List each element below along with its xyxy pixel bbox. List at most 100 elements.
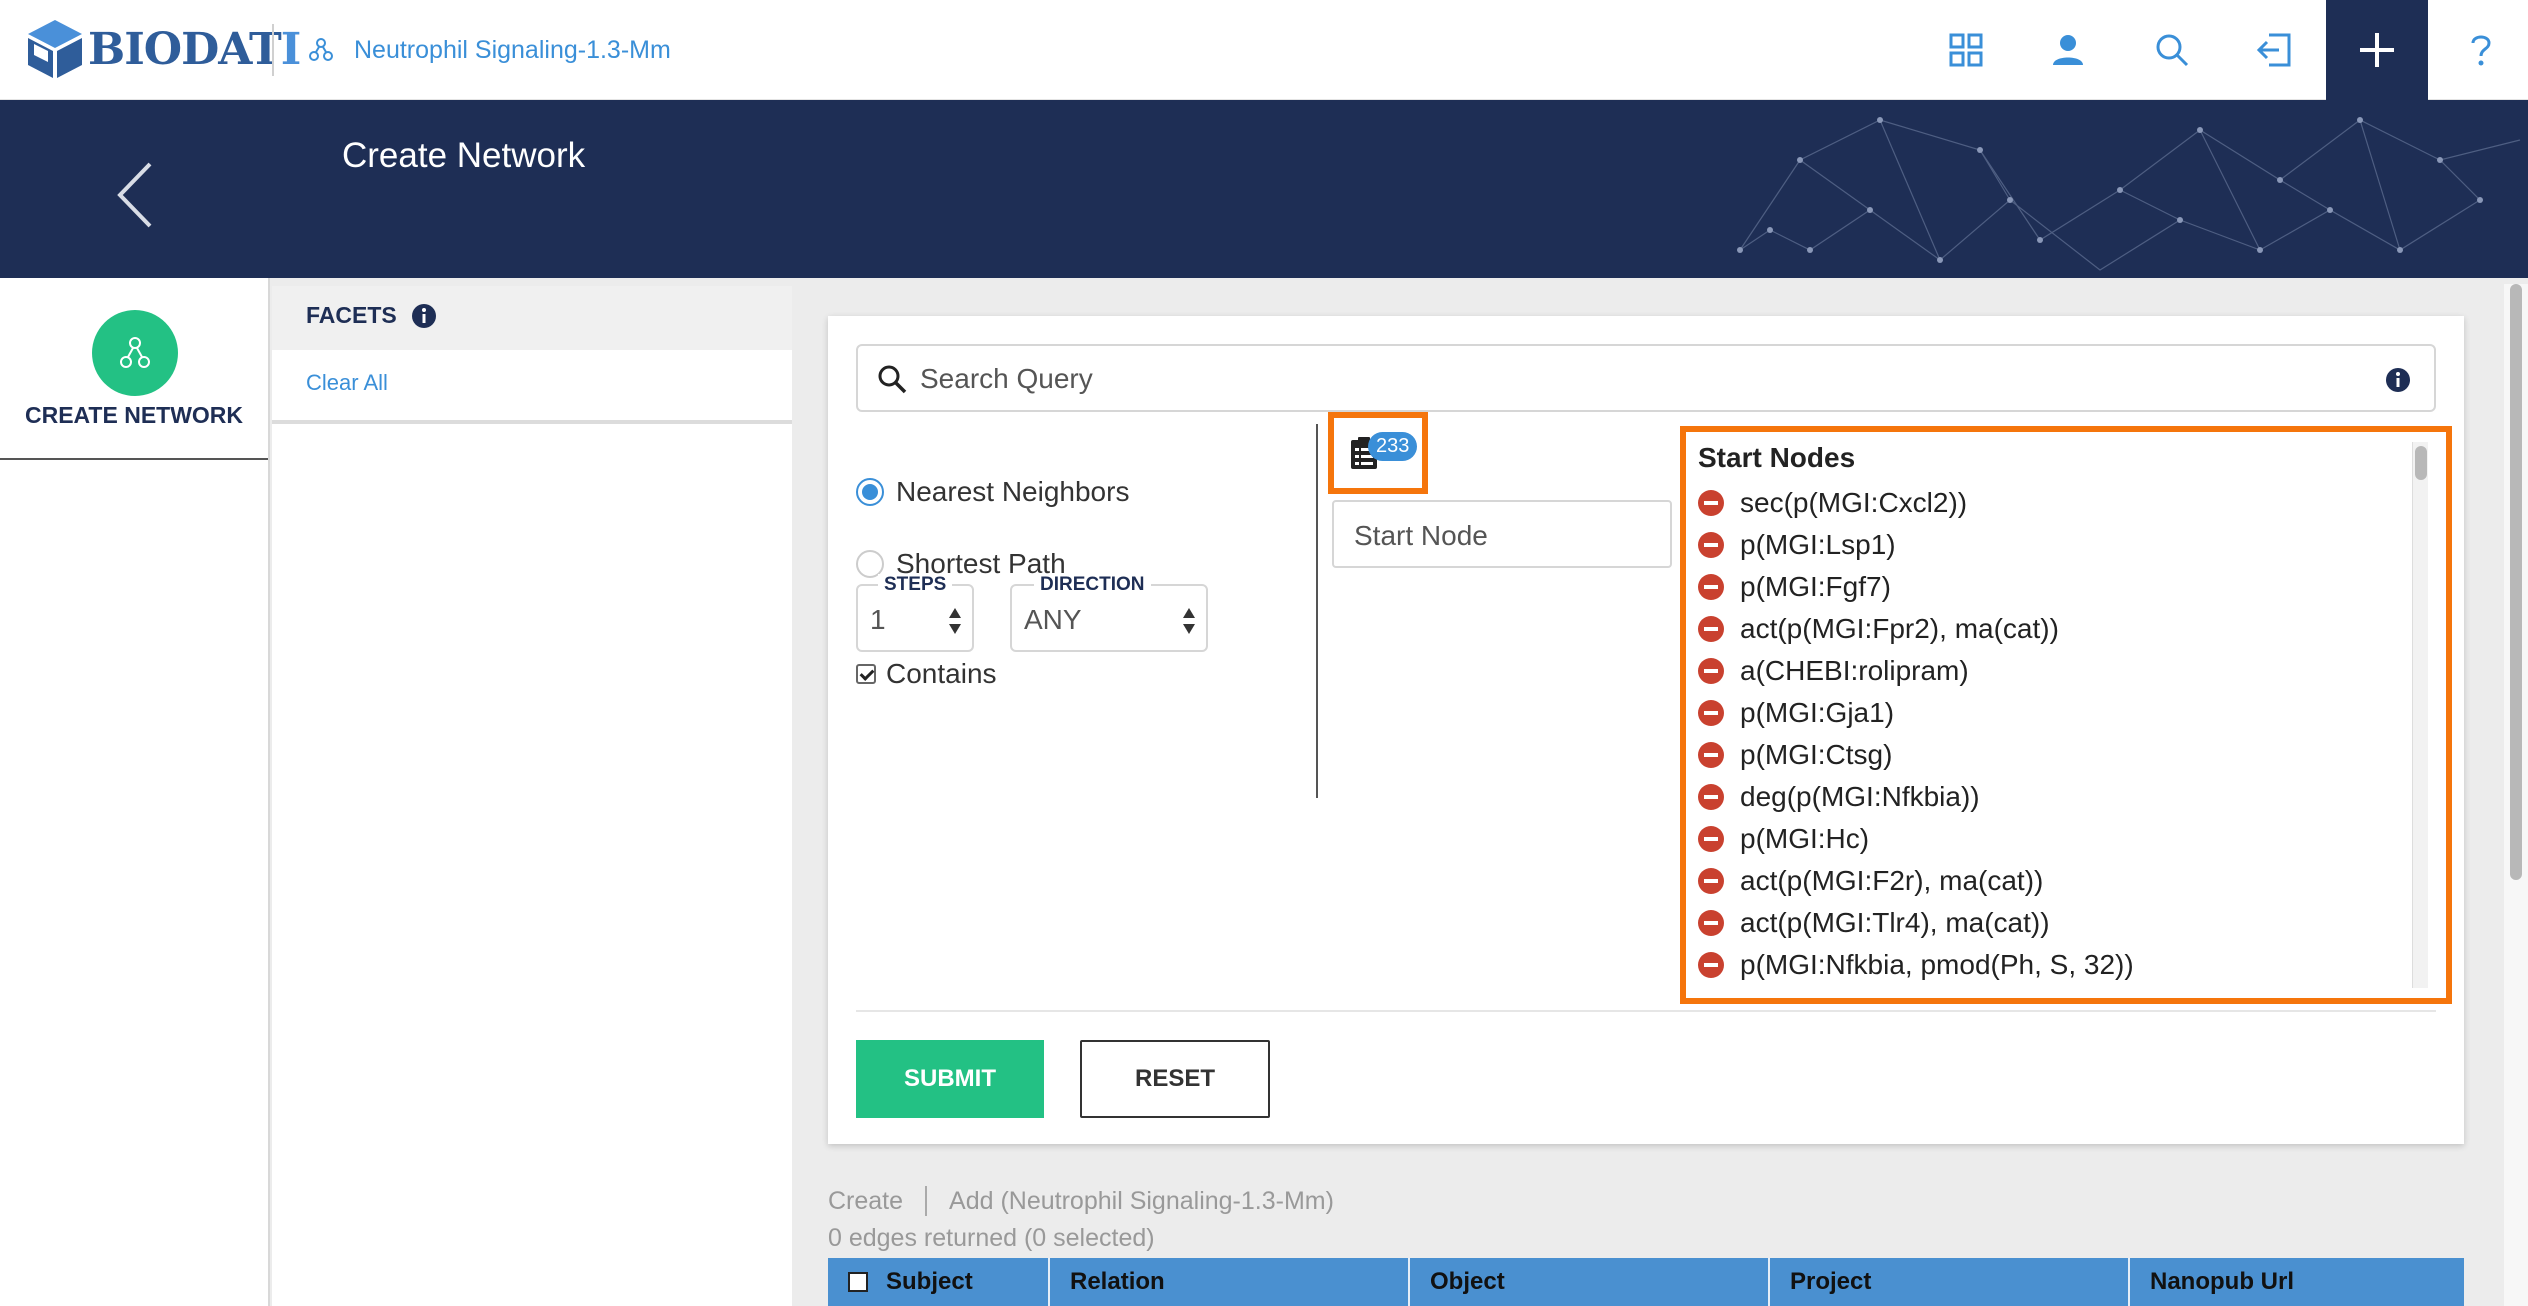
remove-icon[interactable] [1698,616,1724,642]
list-item: p(MGI:Gja1) [1698,692,2398,734]
info-icon[interactable] [411,303,437,329]
column-label: Relation [1070,1268,1165,1295]
remove-icon[interactable] [1698,910,1724,936]
start-nodes-clipboard-button[interactable]: 233 [1328,412,1428,494]
biodati-logo[interactable]: BIODATI [24,14,301,84]
project-name: Neutrophil Signaling-1.3-Mm [354,35,671,64]
steps-value: 1 [870,604,886,635]
direction-select[interactable]: DIRECTION ANY [1010,574,1208,652]
plus-icon [2360,33,2394,67]
submit-button[interactable]: SUBMIT [856,1040,1044,1118]
scrollbar-thumb[interactable] [2510,284,2522,880]
radio-nearest-neighbors[interactable]: Nearest Neighbors [856,476,1129,508]
clear-all-link[interactable]: Clear All [306,370,388,396]
remove-icon[interactable] [1698,868,1724,894]
start-nodes-panel: Start Nodes sec(p(MGI:Cxcl2)) p(MGI:Lsp1… [1680,426,2452,1004]
search-icon[interactable] [2146,24,2198,76]
list-item: deg(p(MGI:Nfkbia)) [1698,776,2398,818]
scrollbar-thumb[interactable] [2415,446,2427,480]
direction-label: DIRECTION [1034,574,1151,596]
nav-label: CREATE NETWORK [24,402,244,428]
contains-label: Contains [886,658,997,689]
dashboard-grid-icon[interactable] [1940,24,1992,76]
page-header: Create Network [0,100,2528,278]
user-icon[interactable] [2042,24,2094,76]
node-label: a(CHEBI:rolipram) [1740,655,1969,686]
sign-out-icon[interactable] [2248,24,2300,76]
help-icon[interactable] [2454,24,2506,76]
left-nav: CREATE NETWORK [0,278,270,1306]
column-header-object[interactable]: Object [1410,1258,1770,1306]
node-label: sec(p(MGI:Cxcl2)) [1740,487,1968,518]
top-bar: BIODATI Neutrophil Signaling-1.3-Mm [0,0,2528,100]
remove-icon[interactable] [1698,490,1724,516]
query-card: Search Query Nearest Neighbors Shortest … [828,316,2464,1144]
contains-checkbox[interactable]: Contains [856,658,997,690]
radio-selected [856,478,884,506]
spinner-arrows-icon [949,608,961,634]
facets-title: FACETS [306,302,437,329]
tab-create[interactable]: Create [828,1187,903,1216]
column-label: Subject [886,1268,973,1295]
checkbox-checked [856,664,876,684]
column-label: Nanopub Url [2150,1268,2294,1295]
column-header-project[interactable]: Project [1770,1258,2130,1306]
remove-icon[interactable] [1698,658,1724,684]
remove-icon[interactable] [1698,952,1724,978]
list-item: act(p(MGI:F2r), ma(cat)) [1698,860,2398,902]
edges-count-status: 0 edges returned (0 selected) [828,1224,1155,1252]
list-item: act(p(MGI:Fpr2), ma(cat)) [1698,608,2398,650]
info-icon[interactable] [2384,366,2412,394]
remove-icon[interactable] [1698,574,1724,600]
node-label: act(p(MGI:F2r), ma(cat)) [1740,865,2044,896]
back-arrow-icon[interactable] [110,160,160,230]
create-plus-button[interactable] [2326,0,2428,100]
network-pattern-decoration [1737,117,2521,271]
start-nodes-title: Start Nodes [1698,442,1856,473]
column-header-relation[interactable]: Relation [1050,1258,1410,1306]
project-breadcrumb[interactable]: Neutrophil Signaling-1.3-Mm [308,28,671,72]
node-count-badge: 233 [1368,432,1418,461]
remove-icon[interactable] [1698,532,1724,558]
column-label: Project [1790,1268,1872,1295]
biodati-cube-icon [28,20,82,78]
remove-icon[interactable] [1698,742,1724,768]
column-header-subject[interactable]: Subject [828,1258,1050,1306]
tab-add[interactable]: Add (Neutrophil Signaling-1.3-Mm) [949,1187,1334,1216]
page-title: Create Network [342,136,586,175]
node-label: deg(p(MGI:Nfkbia)) [1740,781,1980,812]
list-item: sec(p(MGI:Cxcl2)) [1698,482,2398,524]
select-all-checkbox[interactable] [848,1272,868,1292]
list-item: p(MGI:Hc) [1698,818,2398,860]
node-label: p(MGI:Nfkbia, pmod(Ph, S, 32)) [1740,949,2134,980]
facets-header: FACETS [272,286,792,350]
create-network-icon [92,310,178,396]
steps-label: STEPS [878,574,953,596]
start-nodes-list: sec(p(MGI:Cxcl2)) p(MGI:Lsp1) p(MGI:Fgf7… [1698,482,2398,986]
column-divider [1316,424,1318,798]
list-item: p(MGI:Lsp1) [1698,524,2398,566]
column-label: Object [1430,1268,1505,1295]
reset-button[interactable]: RESET [1080,1040,1270,1118]
steps-select[interactable]: STEPS 1 [856,574,974,652]
start-node-input[interactable]: Start Node [1332,500,1672,568]
start-node-placeholder: Start Node [1354,520,1488,551]
divider [272,420,792,424]
remove-icon[interactable] [1698,784,1724,810]
facets-panel: FACETS Clear All [272,286,792,1306]
list-item: p(MGI:Nfkbia, pmod(Ph, S, 32)) [1698,944,2398,986]
remove-icon[interactable] [1698,826,1724,852]
column-header-nanopub-url[interactable]: Nanopub Url [2130,1258,2464,1306]
list-item: p(MGI:Ctsg) [1698,734,2398,776]
page-scrollbar[interactable] [2504,284,2528,1306]
list-item: act(p(MGI:Tlr4), ma(cat)) [1698,902,2398,944]
nav-item-create-network[interactable]: CREATE NETWORK [0,278,268,460]
search-query-field[interactable]: Search Query [856,344,2436,412]
results-table-header: Subject Relation Object Project Nanopub … [828,1258,2464,1306]
search-icon [878,365,907,394]
remove-icon[interactable] [1698,700,1724,726]
start-nodes-scrollbar[interactable] [2412,442,2428,988]
logo-text: BIODATI [88,23,301,75]
search-placeholder: Search Query [920,363,1093,394]
result-tabs: Create Add (Neutrophil Signaling-1.3-Mm) [828,1186,1334,1216]
